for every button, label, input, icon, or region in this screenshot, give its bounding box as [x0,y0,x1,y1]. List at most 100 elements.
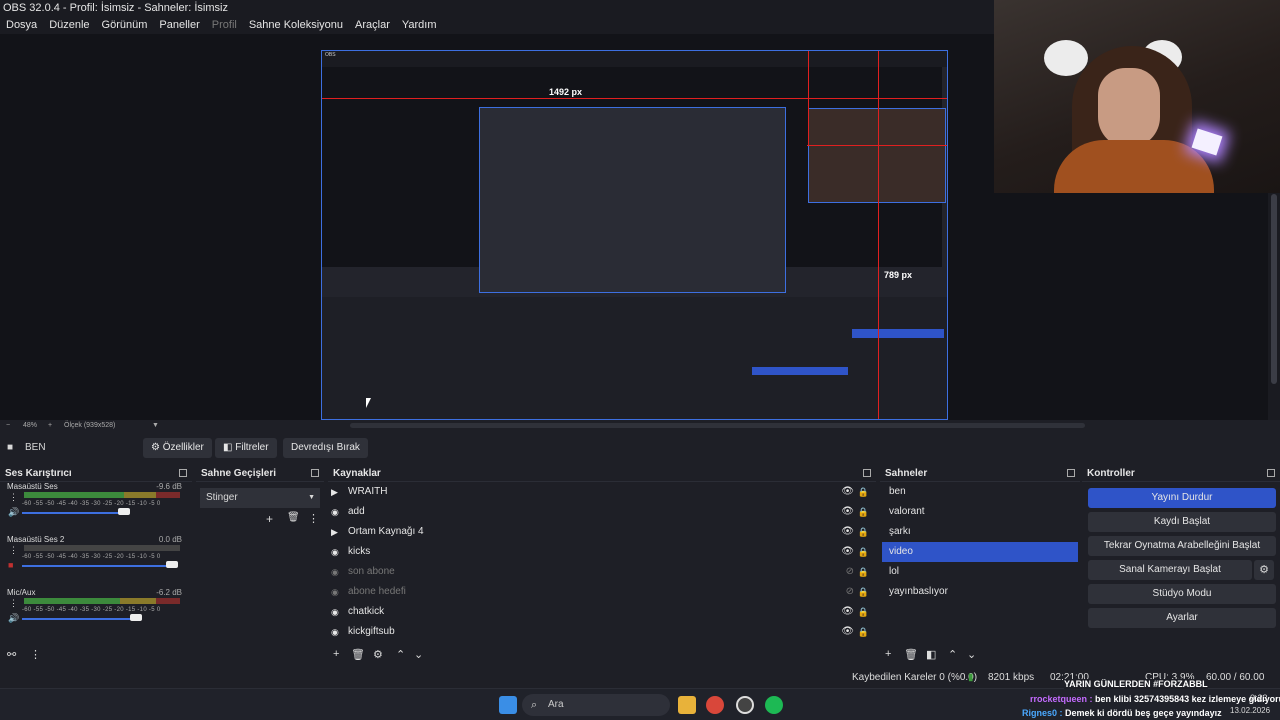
preview-canvas[interactable]: OBS 1492 px 789 px [321,50,948,420]
add-scene-icon[interactable]: + [885,648,891,660]
menu-docks[interactable]: Paneller [153,16,205,34]
menu-file[interactable]: Dosya [0,16,43,34]
deactivate-button[interactable]: Devredışı Bırak [283,438,368,458]
properties-button[interactable]: ⚙ Özellikler [143,438,212,458]
channel-name: Masaüstü Ses [7,482,58,491]
source-row[interactable]: ◉ son abone ⊘ 🔒 [328,562,876,582]
menu-profile[interactable]: Profil [206,16,243,34]
nested-docks [322,297,947,419]
eye-icon[interactable]: 👁 [841,522,854,542]
menu-help[interactable]: Yardım [396,16,443,34]
muted-speaker-icon[interactable]: ■ [8,560,18,570]
source-row[interactable]: ▶ WRAITH 👁 🔒 [328,482,876,502]
dock-float-icon[interactable] [863,469,871,477]
source-row[interactable]: ◉ abone hedefi ⊘ 🔒 [328,582,876,602]
kebab-menu-icon[interactable]: ⋮ [9,598,19,608]
speaker-icon[interactable]: 🔊 [8,613,19,623]
delete-source-icon[interactable]: 🗑 [351,648,365,661]
eye-icon[interactable]: 👁 [841,502,854,522]
add-source-icon[interactable]: + [333,648,339,660]
eye-icon[interactable]: 👁 [841,622,854,642]
volume-knob[interactable] [118,508,130,515]
obs-icon[interactable] [736,696,754,714]
move-down-icon[interactable]: ⌄ [967,648,976,661]
globe-icon: ◉ [331,627,339,637]
studio-mode-button[interactable]: Stüdyo Modu [1088,584,1276,604]
lock-icon[interactable]: 🔒 [858,562,869,582]
scene-item-selected[interactable]: video [882,542,1078,562]
source-row[interactable]: ▶ Ortam Kaynağı 4 👁 🔒 [328,522,876,542]
windows-start-icon[interactable] [499,696,517,714]
source-row[interactable]: ◉ kickgiftsub 👁 🔒 [328,622,876,642]
add-transition-icon[interactable]: + [266,512,273,526]
move-down-icon[interactable]: ⌄ [414,648,423,661]
dock-float-icon[interactable] [1067,469,1075,477]
source-row[interactable]: ◉ kicks 👁 🔒 [328,542,876,562]
lock-icon[interactable]: 🔒 [858,622,869,642]
filters-button[interactable]: ◧ Filtreler [215,438,277,458]
lock-icon[interactable]: 🔒 [858,602,869,622]
start-recording-button[interactable]: Kaydı Başlat [1088,512,1276,532]
virtual-camera-settings-icon[interactable]: ⚙ [1254,560,1274,580]
zoom-in-button[interactable]: + [48,420,52,432]
zoom-out-button[interactable]: − [6,420,10,432]
source-row[interactable]: ◉ add 👁 🔒 [328,502,876,522]
move-up-icon[interactable]: ⌃ [948,648,957,661]
file-explorer-icon[interactable] [678,696,696,714]
scene-item[interactable]: lol [882,562,1078,582]
volume-slider[interactable] [22,565,172,567]
menu-tools[interactable]: Araçlar [349,16,396,34]
spotify-icon[interactable] [765,696,783,714]
link-icon[interactable]: ⚯ [7,648,16,661]
transition-menu-icon[interactable]: ⋮ [308,512,319,525]
mixer-channel: Masaüstü Ses 2 0.0 dB ⋮ -60 -55 -50 -45 … [0,535,192,588]
kebab-menu-icon[interactable]: ⋮ [9,492,19,502]
volume-knob[interactable] [166,561,178,568]
controls-dock: Kontroller Yayını Durdur Kaydı Başlat Te… [1082,466,1280,664]
settings-button[interactable]: Ayarlar [1088,608,1276,628]
nested-obs-menu [322,59,947,67]
lock-icon[interactable]: 🔒 [858,582,869,602]
vscroll-thumb[interactable] [1271,194,1277,384]
preview-hscroll[interactable] [350,423,1085,428]
source-row[interactable]: ◉ chatkick 👁 🔒 [328,602,876,622]
volume-slider[interactable] [22,512,124,514]
scale-dropdown-icon[interactable]: ▼ [152,420,159,432]
chrome-icon[interactable] [706,696,724,714]
delete-scene-icon[interactable]: 🗑 [904,648,918,661]
eye-icon[interactable]: 👁 [841,602,854,622]
volume-knob[interactable] [130,614,142,621]
scene-item[interactable]: yayınbaslıyor [882,582,1078,602]
dock-float-icon[interactable] [1267,469,1275,477]
start-virtual-camera-button[interactable]: Sanal Kamerayı Başlat [1088,560,1252,580]
move-up-icon[interactable]: ⌃ [396,648,405,661]
scene-item[interactable]: valorant [882,502,1078,522]
eye-icon[interactable]: 👁 [841,482,854,502]
filters-label: Filtreler [235,442,269,453]
start-replay-buffer-button[interactable]: Tekrar Oynatma Arabelleğini Başlat [1088,536,1276,556]
menu-view[interactable]: Görünüm [96,16,154,34]
menu-edit[interactable]: Düzenle [43,16,95,34]
eye-icon[interactable]: 👁 [841,542,854,562]
lock-icon[interactable]: 🔒 [858,542,869,562]
scene-filter-icon[interactable]: ◧ [926,648,936,661]
transition-select[interactable]: Stinger ▼ [200,488,320,508]
source-properties-icon[interactable]: ⚙ [373,648,383,661]
scene-item[interactable]: şarkı [882,522,1078,542]
speaker-icon[interactable]: 🔊 [8,507,19,517]
scene-item[interactable]: ben [882,482,1078,502]
stop-streaming-button[interactable]: Yayını Durdur [1088,488,1276,508]
delete-transition-icon[interactable]: 🗑 [287,512,300,523]
mixer-menu-icon[interactable]: ⋮ [30,648,41,661]
lock-icon[interactable]: 🔒 [858,482,869,502]
lock-icon[interactable]: 🔒 [858,522,869,542]
eye-hidden-icon[interactable]: ⊘ [846,562,854,582]
eye-hidden-icon[interactable]: ⊘ [846,582,854,602]
dock-float-icon[interactable] [311,469,319,477]
lock-icon[interactable]: 🔒 [858,502,869,522]
menu-scene-collection[interactable]: Sahne Koleksiyonu [243,16,349,34]
kebab-menu-icon[interactable]: ⋮ [9,545,19,555]
volume-slider[interactable] [22,618,134,620]
dock-float-icon[interactable] [179,469,187,477]
taskbar-search[interactable]: ⌕ Ara [522,694,670,716]
